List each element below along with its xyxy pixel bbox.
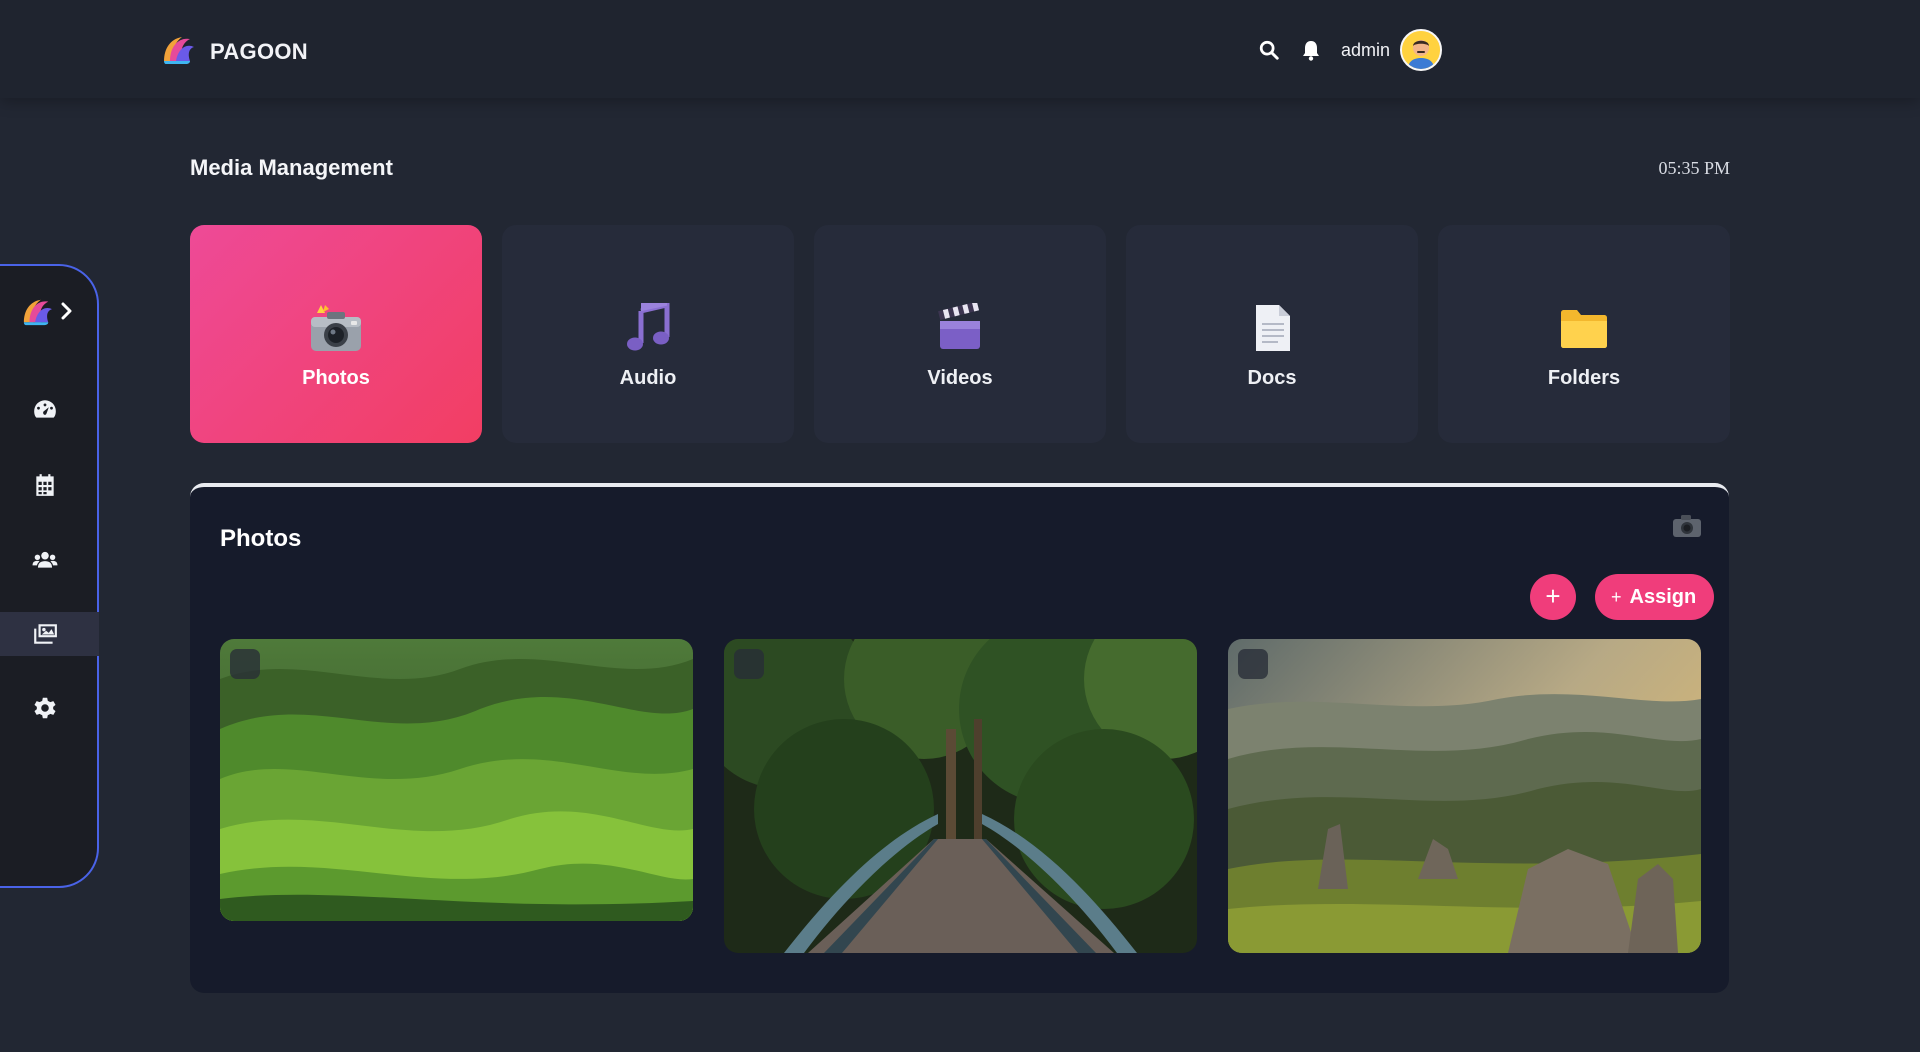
category-card-label: Docs: [1247, 366, 1297, 389]
header-actions: admin: [1257, 29, 1442, 71]
panel-title: Photos: [220, 525, 302, 552]
sidebar-toggle[interactable]: [20, 296, 74, 331]
assign-button-label: Assign: [1629, 585, 1697, 608]
current-time: 05:35 PM: [1658, 158, 1730, 178]
sidebar-item-calendar[interactable]: [0, 463, 99, 507]
photo-image: [220, 639, 693, 921]
camera-flash-icon: [307, 301, 365, 355]
category-card-folders[interactable]: Folders: [1438, 225, 1730, 443]
search-icon[interactable]: [1257, 38, 1281, 62]
category-card-audio[interactable]: Audio: [502, 225, 794, 443]
bell-icon[interactable]: [1299, 38, 1323, 62]
sidebar-logo-icon: [20, 296, 54, 331]
clapperboard-icon: [936, 301, 984, 355]
category-card-label: Photos: [302, 366, 370, 389]
gear-icon: [34, 697, 56, 719]
sidebar-item-users[interactable]: [0, 538, 99, 582]
pagoon-logo-icon: [160, 33, 196, 70]
photo-card-hills[interactable]: [220, 639, 693, 921]
username[interactable]: admin: [1341, 40, 1390, 61]
assign-button[interactable]: + Assign: [1595, 574, 1715, 620]
camera-icon: [1671, 513, 1703, 544]
category-card-photos[interactable]: Photos: [190, 225, 482, 443]
category-card-label: Videos: [927, 366, 993, 389]
calendar-icon: [36, 474, 54, 496]
folder-icon: [1559, 301, 1609, 355]
top-bar: PAGOON admin: [0, 0, 1920, 98]
photo-select-checkbox[interactable]: [734, 649, 764, 679]
category-card-videos[interactable]: Videos: [814, 225, 1106, 443]
brand-name: PAGOON: [210, 38, 308, 64]
sidebar-item-settings[interactable]: [0, 686, 99, 730]
photo-select-checkbox[interactable]: [230, 649, 260, 679]
category-card-label: Audio: [619, 366, 677, 389]
photo-image: [724, 639, 1197, 953]
photos-panel: Photos + + Assign: [190, 483, 1729, 993]
gauge-icon: [34, 400, 56, 418]
sidebar: [0, 264, 99, 888]
category-card-docs[interactable]: Docs: [1126, 225, 1418, 443]
sidebar-item-dashboard[interactable]: [0, 388, 99, 432]
document-icon: [1252, 301, 1292, 355]
photo-select-checkbox[interactable]: [1238, 649, 1268, 679]
media-icon: [34, 624, 57, 644]
music-note-icon: [623, 301, 673, 355]
chevron-right-icon: [60, 302, 74, 325]
add-photo-button[interactable]: +: [1530, 574, 1576, 620]
photo-card-bridge[interactable]: [724, 639, 1197, 953]
category-card-label: Folders: [1547, 366, 1621, 389]
media-category-cards: Photos Audio Videos Docs Folders: [190, 225, 1730, 443]
brand[interactable]: PAGOON: [160, 33, 308, 70]
photo-image: [1228, 639, 1701, 953]
users-icon: [32, 551, 58, 568]
photo-card-valley[interactable]: [1228, 639, 1701, 953]
page-title: Media Management: [190, 155, 393, 180]
sidebar-item-media[interactable]: [0, 612, 99, 656]
plus-icon: +: [1611, 586, 1622, 607]
avatar[interactable]: [1400, 29, 1442, 71]
